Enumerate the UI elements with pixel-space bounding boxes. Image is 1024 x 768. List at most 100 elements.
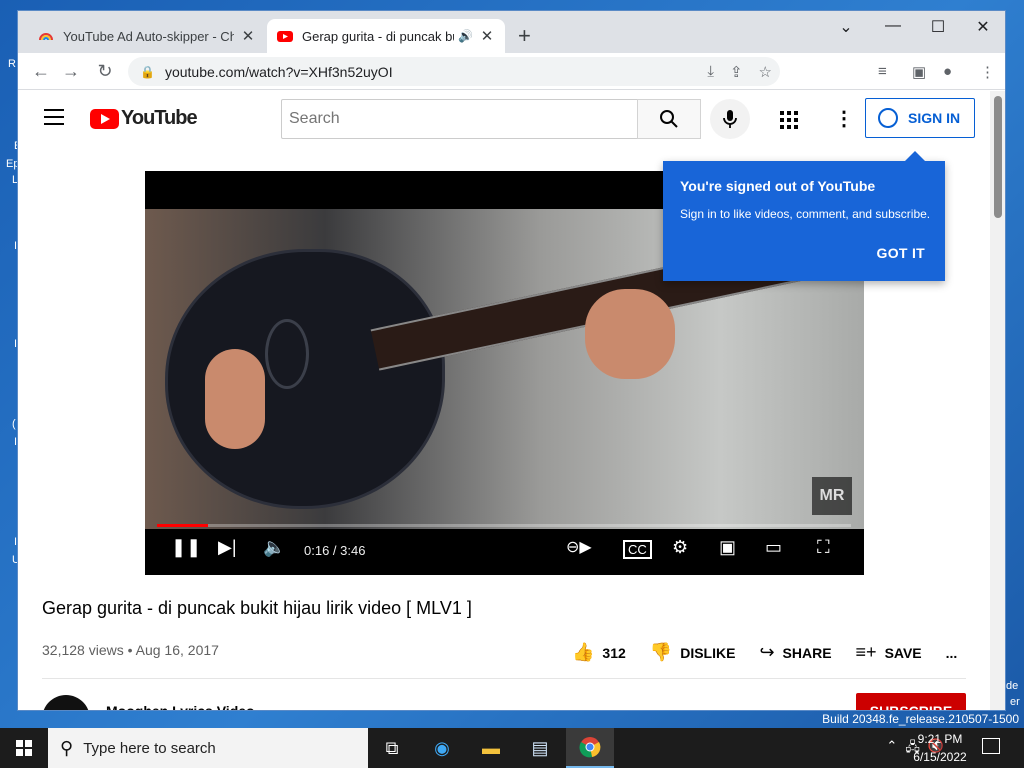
scrollbar-thumb[interactable] (994, 96, 1002, 218)
minimize-button[interactable]: — (878, 17, 908, 35)
profile-icon[interactable]: ● (943, 63, 952, 80)
search-input[interactable] (281, 99, 638, 139)
browser-window: YouTube Ad Auto-skipper - Chro ✕ Gerap g… (17, 10, 1006, 711)
video-meta: 32,128 views • Aug 16, 2017 (42, 642, 219, 658)
edge-icon[interactable]: ◉ (418, 728, 466, 768)
youtube-icon (277, 31, 293, 42)
voice-search-button[interactable] (710, 99, 750, 139)
youtube-header: YouTube ⋮ SIGN (18, 91, 990, 147)
autoplay-toggle[interactable]: ⊖▶ (566, 537, 592, 557)
microphone-icon (723, 110, 737, 128)
channel-name[interactable]: Mooghen Lyrics Video (106, 703, 255, 710)
like-button[interactable]: 👍 312 (572, 642, 626, 663)
search-icon: ⚲ (60, 737, 74, 758)
settings-gear-icon[interactable]: ⚙ (672, 537, 688, 558)
windows-logo-icon (16, 740, 32, 756)
close-window-button[interactable]: ✕ (968, 17, 998, 37)
next-icon[interactable]: ▶| (218, 537, 237, 558)
chevron-up-icon[interactable]: ⌃ (886, 738, 897, 760)
like-count: 312 (602, 644, 626, 661)
sign-in-button[interactable]: SIGN IN (865, 98, 975, 138)
taskbar-search-placeholder: Type here to search (83, 739, 216, 757)
progress-bar[interactable] (157, 524, 851, 527)
signed-out-popup: You're signed out of YouTube Sign in to … (663, 151, 945, 281)
video-actions: 👍 312 👎 DISLIKE ↪ SHARE ≡+ SAVE ... (572, 642, 981, 663)
media-icon[interactable]: ≡ (878, 63, 887, 80)
video-title: Gerap gurita - di puncak bukit hijau lir… (42, 598, 472, 618)
time-display: 0:16 / 3:46 (304, 543, 366, 558)
search-button[interactable] (637, 99, 701, 139)
got-it-button[interactable]: GOT IT (877, 245, 925, 261)
file-explorer-icon[interactable]: ▬ (467, 728, 515, 768)
share-icon[interactable]: ⇪ (730, 63, 743, 81)
guitar-f-hole (265, 319, 309, 389)
task-view-icon[interactable]: ⧉ (368, 728, 416, 768)
notification-icon[interactable] (982, 738, 1000, 754)
maximize-button[interactable]: ☐ (923, 17, 953, 37)
pause-icon[interactable]: ❚❚ (171, 537, 201, 558)
url-text: youtube.com/watch?v=XHf3n52uyOI (164, 63, 393, 80)
subscribe-button[interactable]: SUBSCRIBE (856, 693, 966, 710)
progress-fill (157, 524, 209, 527)
chrome-logo-icon (579, 737, 601, 758)
page-scrollbar[interactable] (990, 91, 1005, 710)
clock[interactable]: 9:21 PM 6/15/2022 (912, 730, 968, 766)
youtube-logo[interactable]: YouTube (90, 107, 198, 130)
forward-icon[interactable]: → (60, 61, 82, 82)
apps-grid-icon[interactable] (780, 111, 798, 129)
desktop-icon-fragment: ( (12, 418, 16, 430)
volume-icon[interactable]: 🔈 (263, 537, 285, 558)
dislike-label: DISLIKE (680, 644, 736, 661)
tab-title: Gerap gurita - di puncak buk (302, 28, 455, 44)
fullscreen-icon[interactable]: ⛶ (817, 537, 830, 558)
youtube-wordmark: YouTube (121, 107, 198, 129)
start-button[interactable] (0, 728, 48, 768)
side-panel-icon[interactable]: ▣ (912, 63, 926, 81)
menu-kebab-icon[interactable]: ⋮ (980, 63, 995, 81)
player-controls: ❚❚ ▶| 🔈 0:16 / 3:46 ⊖▶ CC ⚙ ▣ ▭ ⛶ (145, 531, 864, 571)
theater-mode-icon[interactable]: ▭ (765, 537, 782, 558)
save-label: SAVE (884, 644, 922, 661)
share-button[interactable]: ↪ SHARE (759, 642, 831, 663)
hamburger-menu-icon[interactable] (44, 109, 64, 125)
settings-kebab-icon[interactable]: ⋮ (834, 109, 854, 129)
star-icon[interactable]: ☆ (759, 63, 772, 81)
share-label: SHARE (782, 644, 832, 661)
address-bar[interactable]: 🔒 youtube.com/watch?v=XHf3n52uyOI ⤓ ⇪ ☆ (128, 57, 780, 86)
speaker-icon[interactable]: 🔊 (458, 29, 473, 43)
more-actions-button[interactable]: ... (946, 645, 958, 661)
app-window-icon[interactable]: ▤ (516, 728, 564, 768)
thumbs-up-icon: 👍 (572, 642, 595, 662)
user-icon (878, 108, 898, 128)
channel-watermark[interactable]: MR (812, 477, 852, 515)
youtube-play-icon (90, 108, 119, 129)
captions-icon[interactable]: CC (623, 540, 652, 559)
tab-youtube-video[interactable]: Gerap gurita - di puncak buk 🔊 ✕ (267, 19, 505, 53)
taskbar-search[interactable]: ⚲ Type here to search (48, 728, 368, 768)
windows-taskbar: ⚲ Type here to search ⧉ ◉ ▬ ▤ ⌃ 🖧 🔇 9:21… (0, 728, 1024, 768)
tab-ad-skipper[interactable]: YouTube Ad Auto-skipper - Chro ✕ (28, 19, 266, 53)
lock-icon[interactable]: 🔒 (140, 65, 155, 79)
popup-title: You're signed out of YouTube (680, 178, 876, 194)
browser-toolbar: ← → ↻ 🔒 youtube.com/watch?v=XHf3n52uyOI … (18, 53, 1005, 90)
back-icon[interactable]: ← (30, 61, 52, 82)
dislike-button[interactable]: 👎 DISLIKE (650, 642, 736, 663)
desktop-icon-fragment: R (8, 58, 16, 70)
build-watermark: Build 20348.fe_release.210507-1500 (822, 712, 1019, 726)
close-tab-icon[interactable]: ✕ (479, 27, 495, 45)
miniplayer-icon[interactable]: ▣ (719, 537, 736, 558)
desktop-icon-fragment: de (1006, 680, 1019, 692)
share-arrow-icon: ↪ (759, 642, 775, 662)
save-button[interactable]: ≡+ SAVE (856, 642, 922, 663)
omnibox-actions: ⤓ ⇪ ☆ (707, 63, 772, 81)
chevron-down-icon[interactable]: ⌄ (831, 17, 861, 37)
tab-strip: YouTube Ad Auto-skipper - Chro ✕ Gerap g… (18, 11, 1005, 53)
new-tab-button[interactable]: + (518, 25, 531, 47)
reload-icon[interactable]: ↻ (94, 61, 116, 82)
channel-avatar[interactable]: MR (42, 695, 90, 710)
chrome-icon[interactable] (566, 728, 614, 768)
search-icon (660, 110, 678, 128)
youtube-page: YouTube ⋮ SIGN (18, 91, 1005, 710)
close-tab-icon[interactable]: ✕ (240, 27, 256, 45)
install-icon[interactable]: ⤓ (707, 63, 714, 81)
